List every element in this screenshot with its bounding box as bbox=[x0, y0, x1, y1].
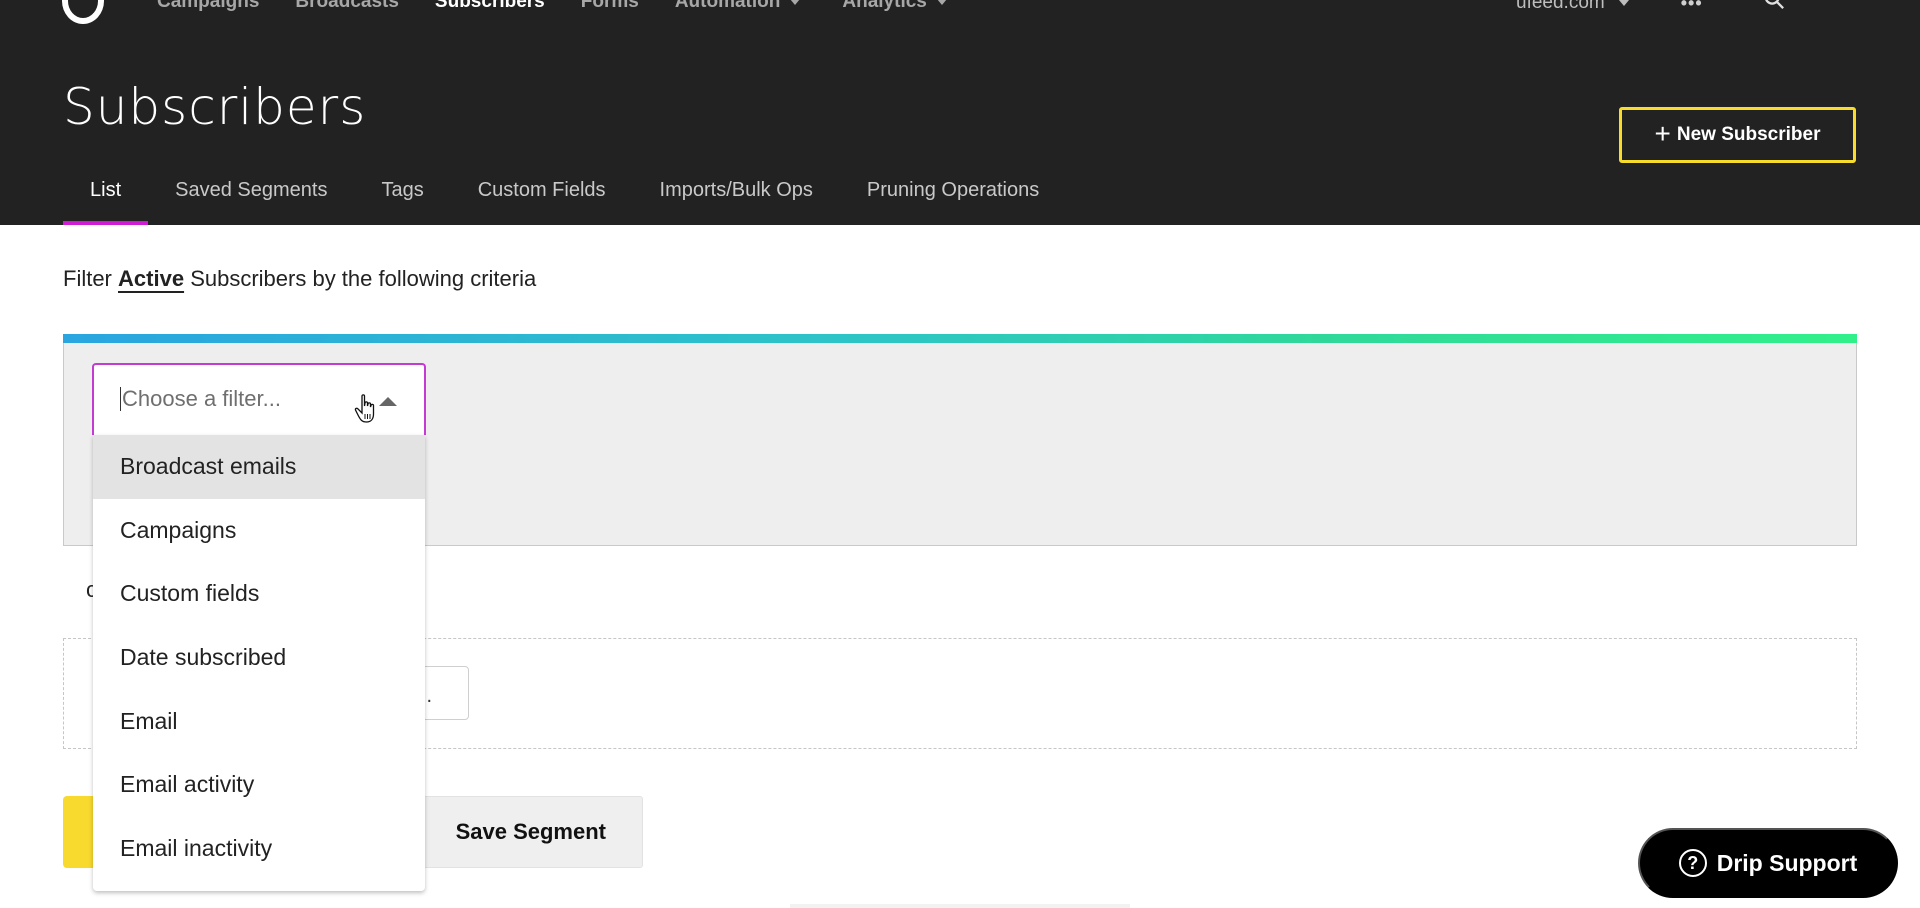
subscriber-tabs: List Saved Segments Tags Custom Fields I… bbox=[63, 178, 1066, 225]
new-subscriber-button[interactable]: + New Subscriber bbox=[1619, 107, 1856, 163]
nav-label: Broadcasts bbox=[295, 0, 399, 12]
option-campaigns[interactable]: Campaigns bbox=[93, 499, 425, 563]
nav-label: Automation bbox=[674, 0, 781, 12]
nav-label: Subscribers bbox=[434, 0, 545, 12]
top-nav: Campaigns Broadcasts Subscribers Forms A… bbox=[157, 0, 983, 12]
nav-campaigns[interactable]: Campaigns bbox=[157, 0, 259, 12]
filter-suffix: Subscribers by the following criteria bbox=[190, 266, 537, 291]
nav-broadcasts[interactable]: Broadcasts bbox=[295, 0, 399, 12]
tab-saved-segments[interactable]: Saved Segments bbox=[148, 178, 354, 225]
filter-options-list: Broadcast emails Campaigns Custom fields… bbox=[93, 435, 425, 891]
save-segment-button[interactable]: Save Segment bbox=[400, 796, 643, 868]
support-label: Drip Support bbox=[1716, 849, 1858, 876]
nav-subscribers[interactable]: Subscribers bbox=[435, 0, 545, 12]
page-title: Subscribers bbox=[63, 78, 367, 136]
question-icon: ? bbox=[1678, 849, 1707, 877]
option-custom-fields[interactable]: Custom fields bbox=[93, 562, 425, 626]
filter-prefix: Filter bbox=[63, 266, 112, 291]
option-date-subscribed[interactable]: Date subscribed bbox=[93, 626, 425, 690]
chevron-down-icon bbox=[936, 0, 947, 5]
new-subscriber-label: New Subscriber bbox=[1676, 124, 1821, 145]
tab-pruning-operations[interactable]: Pruning Operations bbox=[840, 178, 1066, 225]
tab-custom-fields[interactable]: Custom Fields bbox=[451, 178, 633, 225]
nav-label: Campaigns bbox=[157, 0, 260, 12]
hand-cursor-icon bbox=[354, 394, 375, 423]
account-switcher[interactable]: ufeed.com bbox=[1516, 0, 1629, 13]
tab-list[interactable]: List bbox=[63, 178, 149, 225]
plus-icon: + bbox=[1654, 118, 1671, 149]
divider bbox=[790, 904, 1130, 908]
chevron-down-icon bbox=[1618, 0, 1629, 6]
search-icon[interactable] bbox=[1763, 0, 1785, 10]
option-broadcast-emails[interactable]: Broadcast emails bbox=[93, 435, 425, 499]
app-header: Campaigns Broadcasts Subscribers Forms A… bbox=[0, 0, 1920, 225]
tab-tags[interactable]: Tags bbox=[354, 178, 450, 225]
nav-label: Forms bbox=[580, 0, 639, 12]
tab-imports-bulk-ops[interactable]: Imports/Bulk Ops bbox=[633, 178, 840, 225]
filter-select-input[interactable]: Choose a filter... bbox=[120, 387, 281, 411]
filter-description: Filter Active Subscribers by the followi… bbox=[63, 266, 536, 292]
nav-automation[interactable]: Automation bbox=[675, 0, 801, 12]
dots-icon[interactable]: ••• bbox=[1681, 0, 1703, 12]
filter-panel-accent-bar bbox=[63, 334, 1857, 343]
account-label: ufeed.com bbox=[1516, 0, 1605, 13]
chevron-down-icon bbox=[790, 0, 801, 5]
option-email-inactivity[interactable]: Email inactivity bbox=[93, 817, 425, 881]
drip-logo-icon[interactable] bbox=[62, 0, 104, 24]
option-email-activity[interactable]: Email activity bbox=[93, 753, 425, 817]
drip-support-button[interactable]: ? Drip Support bbox=[1638, 828, 1898, 898]
top-right-controls: ufeed.com ••• bbox=[1516, 0, 1785, 14]
filter-status-toggle[interactable]: Active bbox=[118, 266, 184, 291]
chevron-up-icon[interactable] bbox=[379, 397, 397, 406]
nav-forms[interactable]: Forms bbox=[581, 0, 639, 12]
nav-analytics[interactable]: Analytics bbox=[842, 0, 947, 12]
option-email[interactable]: Email bbox=[93, 690, 425, 754]
nav-label: Analytics bbox=[842, 0, 927, 12]
obscured-input-text: . bbox=[426, 685, 432, 707]
